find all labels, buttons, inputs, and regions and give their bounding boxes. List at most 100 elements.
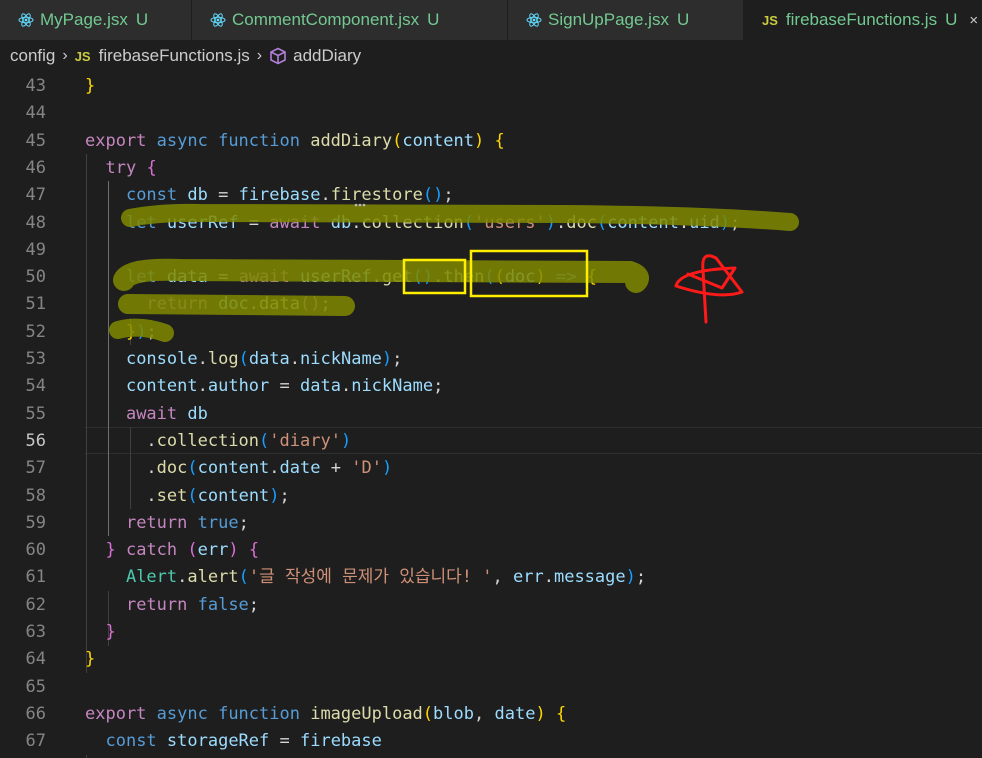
code-token: } — [105, 540, 126, 561]
code-line[interactable]: 57 .doc(content.date + 'D') — [0, 455, 982, 482]
code-token: , — [474, 703, 495, 724]
line-number: 53 — [25, 349, 46, 369]
code-line[interactable]: 66 export async function imageUpload(blob… — [0, 701, 982, 728]
code-token: blob — [433, 703, 474, 724]
code-line[interactable]: 65 — [0, 674, 982, 701]
code-token: ( — [238, 567, 249, 588]
code-line[interactable]: 46 try { — [0, 155, 982, 182]
breadcrumb-folder[interactable]: config — [10, 46, 55, 66]
code-text: } — [85, 619, 115, 646]
code-token: . — [146, 458, 157, 479]
line-number: 64 — [25, 649, 46, 670]
line-number: 51 — [25, 294, 46, 315]
code-line[interactable]: 45 export async function addDiary(content… — [0, 128, 982, 155]
code-line[interactable]: 48 let userRef = await db.collection('us… — [0, 210, 982, 237]
code-token: data — [300, 376, 341, 397]
code-token: = — [238, 212, 270, 233]
code-line[interactable]: 59 return true; — [0, 510, 982, 537]
code-token: . — [289, 349, 301, 369]
code-text: .doc(content.date + 'D') — [85, 455, 392, 482]
code-token: ) — [381, 349, 393, 369]
code-token: 'diary' — [269, 430, 341, 451]
code-line[interactable]: 51 return doc.data(); — [0, 291, 982, 318]
breadcrumb-symbol[interactable]: addDiary — [269, 46, 361, 66]
code-line[interactable]: 62 return false; — [0, 592, 982, 619]
code-token: author — [207, 376, 270, 397]
code-line[interactable]: 58 .set(content); — [0, 483, 982, 510]
code-line[interactable]: 63 } — [0, 619, 982, 646]
line-number: 48 — [25, 212, 46, 233]
line-number: 60 — [25, 540, 46, 561]
code-line[interactable]: 56 .collection('diary') — [0, 428, 982, 455]
code-line[interactable]: 55 await db — [0, 401, 982, 428]
code-token: { — [494, 130, 505, 151]
code-token: { — [248, 540, 260, 561]
code-line[interactable]: 54 content.author = data.nickName; — [0, 373, 982, 400]
code-text: return doc.data(); — [85, 291, 330, 318]
code-token: ) — [228, 540, 249, 561]
code-token: . — [555, 212, 567, 233]
code-line[interactable]: 67 const storageRef = firebase — [0, 728, 982, 755]
code-token: log — [207, 349, 239, 369]
code-text: let data = await userRef.get().then((doc… — [85, 264, 597, 291]
code-editor[interactable]: 43} 44 45 export async function addDiary(co… — [0, 72, 982, 758]
code-line[interactable]: 47 const db = firebase.firestore(); — [0, 182, 982, 209]
code-token: doc — [504, 267, 536, 288]
code-text: Alert.alert('글 작성에 문제가 있습니다! ', err.mess… — [85, 564, 646, 591]
code-token: ; — [635, 567, 647, 588]
code-line[interactable]: 44 — [0, 100, 982, 127]
tab-label: MyPage.jsx — [40, 10, 128, 29]
code-token: firebase — [299, 731, 382, 752]
git-status-badge: U — [945, 10, 958, 29]
tab-2[interactable]: SignUpPage.jsx U — [508, 0, 744, 40]
close-icon[interactable]: × — [969, 12, 978, 29]
breadcrumb-file-label: firebaseFunctions.js — [98, 46, 250, 65]
code-line[interactable]: 49 — [0, 237, 982, 264]
code-token: . — [678, 212, 690, 233]
code-token: ) — [535, 703, 546, 724]
code-token: . — [177, 567, 188, 588]
line-number: 43 — [25, 76, 46, 96]
code-token: ) — [340, 430, 352, 451]
line-number: 62 — [25, 594, 46, 615]
code-token: { — [586, 267, 597, 288]
breadcrumb-file[interactable]: JS firebaseFunctions.js — [75, 46, 250, 66]
code-token: ( — [238, 349, 249, 369]
tab-3[interactable]: JS firebaseFunctions.js U × — [744, 0, 982, 40]
code-token: + — [320, 458, 352, 479]
line-number: 66 — [25, 703, 46, 724]
code-line[interactable]: 53 console.log(data.nickName); — [0, 346, 982, 373]
code-token: doc — [218, 294, 249, 315]
tab-0[interactable]: MyPage.jsx U — [0, 0, 192, 40]
code-line[interactable]: 64} — [0, 646, 982, 673]
code-line[interactable]: 43} — [0, 73, 982, 100]
code-token: err — [197, 540, 229, 561]
code-token: alert — [187, 567, 239, 588]
git-status-badge: U — [427, 10, 440, 29]
code-line[interactable]: 61 Alert.alert('글 작성에 문제가 있습니다! ', err.m… — [0, 564, 982, 591]
code-token: userRef — [166, 212, 239, 233]
code-line[interactable]: 52 }); — [0, 319, 982, 346]
code-text: } — [85, 646, 95, 673]
code-line[interactable]: 60 } catch (err) { — [0, 537, 982, 564]
code-token: storageRef — [166, 731, 270, 752]
code-line[interactable]: 50 let data = await userRef.get().then((… — [0, 264, 982, 291]
editor-tab-bar: MyPage.jsx U CommentComponent.jsx U SignUpPa… — [0, 0, 982, 40]
code-token: ; — [433, 376, 444, 397]
code-token: ) — [535, 267, 546, 288]
code-token: data — [259, 294, 300, 315]
code-text: content.author = data.nickName; — [85, 373, 443, 400]
line-number: 46 — [25, 157, 46, 178]
line-number: 54 — [25, 376, 46, 397]
tab-1[interactable]: CommentComponent.jsx U — [192, 0, 508, 40]
code-token: ( — [484, 267, 495, 288]
code-token: async — [156, 703, 219, 724]
